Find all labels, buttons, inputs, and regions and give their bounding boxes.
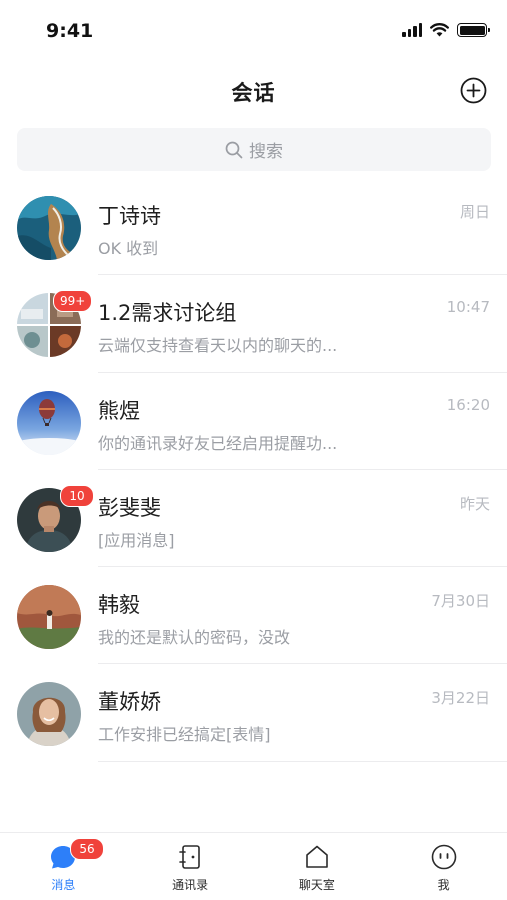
conversation-row[interactable]: 10 彭斐斐 [应用消息] 昨天: [0, 470, 507, 568]
divider: [98, 760, 507, 762]
unread-badge: 99+: [53, 290, 93, 313]
conversation-list: 丁诗诗 OK 收到 周日 99+ 1.2需求讨论组 云端仅支持查看天以内的聊天的…: [0, 178, 507, 762]
face-icon: [431, 844, 456, 870]
conversation-name: 熊煜: [98, 398, 140, 423]
tab-label: 聊天室: [298, 878, 335, 892]
conversation-preview: 你的通讯录好友已经启用提醒功...: [98, 433, 338, 453]
tab-me[interactable]: 我: [380, 833, 507, 900]
conversation-name: 董娇娇: [98, 690, 161, 715]
tab-chatroom[interactable]: 聊天室: [254, 833, 381, 900]
conversation-time: 10:47: [446, 298, 490, 317]
conversation-time: 7月30日: [431, 592, 490, 611]
tab-label: 消息: [51, 878, 76, 892]
unread-badge: 56: [70, 838, 104, 860]
conversation-row[interactable]: 丁诗诗 OK 收到 周日: [0, 178, 507, 276]
status-time: 9:41: [46, 20, 94, 42]
search-icon: [225, 141, 243, 158]
battery-icon: [457, 23, 490, 37]
search-input[interactable]: 搜索: [17, 128, 491, 171]
status-icons: [402, 23, 490, 37]
status-bar: 9:41: [0, 0, 507, 62]
search-placeholder: 搜索: [249, 142, 283, 162]
nav-bar: 会话: [0, 62, 507, 122]
conversation-time: 16:20: [446, 395, 490, 414]
conversation-row[interactable]: 熊煜 你的通讯录好友已经启用提醒功... 16:20: [0, 373, 507, 470]
conversation-row[interactable]: 99+ 1.2需求讨论组 云端仅支持查看天以内的聊天的... 10:47: [0, 275, 507, 373]
wifi-icon: [430, 23, 449, 37]
unread-badge: 10: [60, 484, 94, 507]
tab-bar: 消息 56 通讯录 聊天室 我: [0, 832, 507, 900]
tab-messages[interactable]: 消息 56: [0, 833, 127, 900]
plus-circle-icon[interactable]: [460, 77, 487, 104]
avatar: [17, 196, 81, 260]
tab-label: 我: [437, 878, 450, 892]
conversation-time: 周日: [459, 203, 490, 221]
house-icon: [306, 845, 328, 868]
conversation-row[interactable]: 韩毅 我的还是默认的密码，没改 7月30日: [0, 567, 507, 665]
conversation-time: 昨天: [459, 494, 490, 513]
tab-contacts[interactable]: 通讯录: [127, 833, 254, 900]
conversation-preview: 工作安排已经搞定[表情]: [98, 725, 271, 745]
conversation-preview: OK 收到: [98, 239, 159, 258]
page-title: 会话: [231, 81, 276, 105]
conversation-time: 3月22日: [431, 689, 490, 708]
conversation-preview: 云端仅支持查看天以内的聊天的...: [98, 336, 338, 356]
tab-label: 通讯录: [172, 878, 209, 892]
avatar: [17, 390, 81, 455]
conversation-row[interactable]: 董娇娇 工作安排已经搞定[表情] 3月22日: [0, 664, 507, 762]
conversation-preview: 我的还是默认的密码，没改: [98, 628, 291, 648]
conversation-name: 韩毅: [98, 593, 140, 618]
conversation-preview: [应用消息]: [98, 530, 175, 550]
contacts-book-icon: [179, 845, 200, 869]
avatar: [17, 585, 81, 650]
cellular-signal-icon: [402, 23, 422, 37]
conversation-name: 1.2需求讨论组: [98, 301, 237, 326]
conversation-name: 彭斐斐: [98, 495, 161, 520]
avatar: [17, 682, 81, 747]
conversation-name: 丁诗诗: [98, 204, 161, 228]
